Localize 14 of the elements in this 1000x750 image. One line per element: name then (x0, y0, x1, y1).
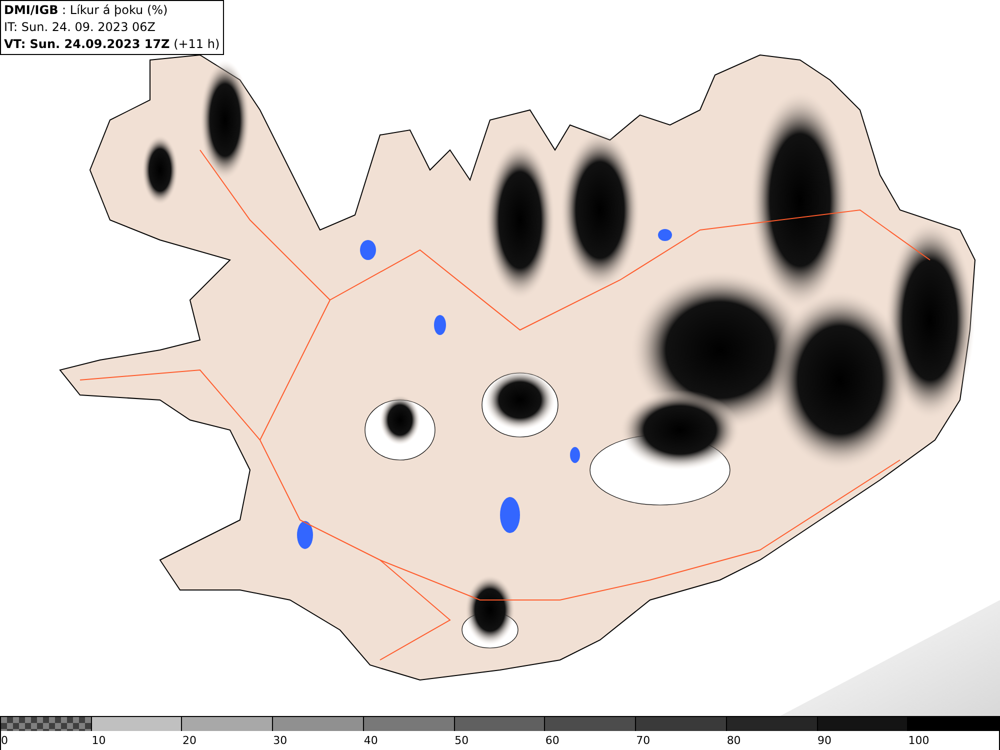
scale-label: 100 (908, 733, 930, 749)
scale-label: 40 (364, 733, 378, 749)
scale-label: 30 (273, 733, 288, 749)
map-info-text: DMI/IGB : Líkur á þoku (%) (4, 2, 169, 19)
scale-label: 50 (454, 733, 469, 749)
scale-label: 80 (726, 733, 741, 749)
scale-label: 10 (92, 733, 106, 749)
scale-label: 70 (636, 733, 650, 749)
map-info-text: VT: Sun. 24.09.2023 17Z (+11 h) (4, 36, 220, 53)
map-info-text: IT: Sun. 24. 09. 2023 06Z (4, 19, 157, 36)
scale-label: 20 (182, 733, 196, 749)
scale-label: 90 (818, 733, 832, 749)
scale-label: 0 (1, 733, 8, 749)
scale-label: 60 (545, 733, 560, 749)
